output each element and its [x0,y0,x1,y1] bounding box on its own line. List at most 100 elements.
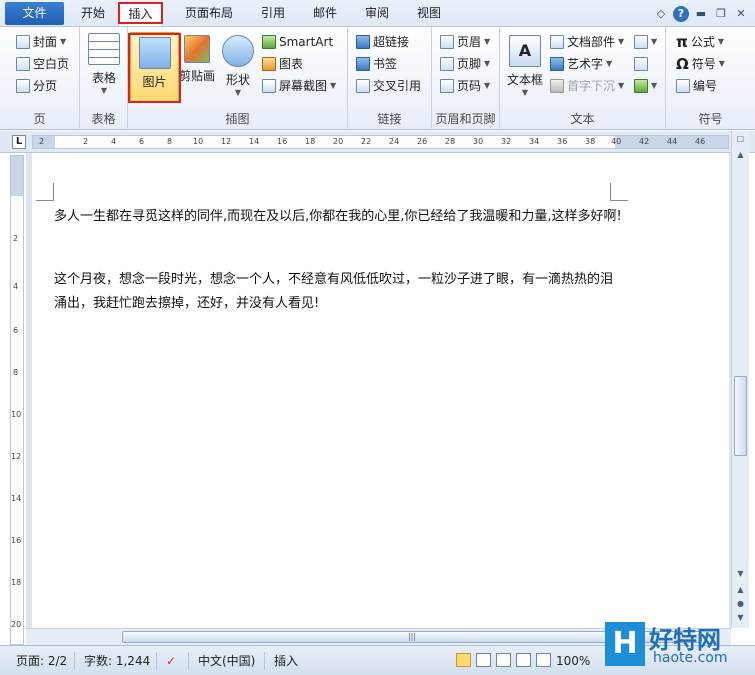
textbox-icon: A [509,35,541,67]
scroll-up-icon[interactable]: ▲ [734,148,747,161]
ruler-tick: 26 [417,137,428,146]
vruler-tick: 20 [11,620,22,629]
browse-object-icon[interactable]: ● [734,597,747,610]
page-count[interactable]: 页面: 2/2 [16,652,67,670]
paragraph[interactable]: 这个月夜，想念一段时光，想念一个人，不经意有风低低吹过，一粒沙子进了眼，有一滴热… [54,268,624,316]
group-label-illustrations: 插图 [225,112,250,126]
ruler-tick: 28 [445,137,456,146]
group-header-footer: 页眉 ▼ 页脚 ▼ 页码 ▼ 页眉和页脚 [432,27,500,130]
drop-cap-button: 首字下沉 ▼ [550,76,624,96]
ruler-toggle-icon[interactable]: ☐ [734,133,747,146]
help-icon[interactable]: ? [673,6,689,22]
tab-page-layout[interactable]: 页面布局 [176,2,242,26]
quick-parts-button[interactable]: 文档部件 ▼ [550,32,624,52]
smartart-button[interactable]: SmartArt [262,32,333,52]
ruler-tick: 30 [473,137,484,146]
date-time-button[interactable] [634,54,648,74]
tab-review[interactable]: 审阅 [356,2,398,26]
wordart-button[interactable]: 艺术字 ▼ [550,54,612,74]
clipart-button[interactable]: 剪贴画 [178,35,216,84]
ruler-tick: 8 [167,137,173,146]
shapes-button[interactable]: 形状 ▼ [220,35,256,97]
hyperlink-button[interactable]: 超链接 [356,32,409,52]
footer-button[interactable]: 页脚 ▼ [440,54,490,74]
tab-selector[interactable]: L [12,135,26,149]
vertical-scroll-thumb[interactable] [734,376,747,456]
vruler-tick: 14 [11,494,22,503]
ruler-tick: 42 [639,137,650,146]
group-tables: 表格 ▼ 表格 [80,27,128,130]
table-button[interactable]: 表格 ▼ [84,33,124,95]
blank-page-icon [16,57,30,71]
textbox-button[interactable]: A 文本框 ▼ [504,35,546,97]
group-label-text: 文本 [570,112,595,126]
vruler-tick: 8 [13,368,19,377]
ruler-tick: 32 [501,137,512,146]
cross-reference-icon [356,79,370,93]
vruler-tick: 2 [13,234,19,243]
web-layout-view-icon[interactable] [496,653,511,667]
tab-mailings[interactable]: 邮件 [304,2,346,26]
blank-page-button[interactable]: 空白页 [16,54,69,74]
ribbon: 封面 ▼ 空白页 分页 页 表格 ▼ 表格 图片 剪贴画 形状 ▼ SmartAr… [0,27,755,130]
word-count[interactable]: 字数: 1,244 [84,652,150,670]
ruler-row: L 2 2 4 6 8 10 12 14 16 18 20 22 24 26 2… [0,131,755,153]
screenshot-icon [262,79,276,93]
ruler-tick: 14 [249,137,260,146]
window-controls: ◇ ? ▬ ❐ ✕ [653,5,749,23]
minimize-icon[interactable]: ▬ [693,6,709,22]
object-button[interactable]: ▼ [634,76,657,96]
group-label-symbols: 符号 [698,112,723,126]
full-screen-reading-view-icon[interactable] [476,653,491,667]
omega-icon: Ω [676,55,689,73]
group-label-pages: 页 [33,112,46,126]
page-number-button[interactable]: 页码 ▼ [440,76,490,96]
ruler-tick: 18 [305,137,316,146]
insert-mode-indicator[interactable]: 插入 [274,652,298,670]
vertical-scrollbar[interactable]: ☐ ▲ ▼ ▲ ● ▼ [731,131,749,628]
page-break-button[interactable]: 分页 [16,76,57,96]
symbol-button[interactable]: Ω 符号 ▼ [676,54,725,74]
group-label-header-footer: 页眉和页脚 [435,112,496,126]
outline-view-icon[interactable] [516,653,531,667]
close-icon[interactable]: ✕ [733,6,749,22]
numbering-button[interactable]: 编号 [676,76,717,96]
vruler-tick: 6 [13,326,19,335]
tab-home[interactable]: 开始 [72,2,114,26]
proofing-icon[interactable]: ✓ [166,652,176,670]
chart-button[interactable]: 图表 [262,54,303,74]
scroll-down-icon[interactable]: ▼ [734,567,747,580]
paragraph[interactable]: 多人一生都在寻觅这样的同伴,而现在及以后,你都在我的心里,你已经给了我温暖和力量… [54,205,624,229]
group-label-links: 链接 [377,112,402,126]
ruler-tick: 10 [193,137,204,146]
draft-view-icon[interactable] [536,653,551,667]
chart-icon [262,57,276,71]
vertical-ruler[interactable]: 2 4 6 8 10 12 14 16 18 20 [10,155,24,645]
screenshot-button[interactable]: 屏幕截图 ▼ [262,76,336,96]
signature-line-button[interactable]: ▼ [634,32,657,52]
ruler-tick: 6 [139,137,145,146]
equation-button[interactable]: π 公式 ▼ [676,32,724,52]
ruler-tick: 38 [585,137,596,146]
header-button[interactable]: 页眉 ▼ [440,32,490,52]
cover-page-button[interactable]: 封面 ▼ [16,32,66,52]
horizontal-ruler[interactable]: 2 2 4 6 8 10 12 14 16 18 20 22 24 26 28 … [32,135,729,149]
tab-view[interactable]: 视图 [408,2,450,26]
print-layout-view-icon[interactable] [456,653,471,667]
restore-icon[interactable]: ❐ [713,6,729,22]
smartart-icon [262,35,276,49]
watermark-url: haote.com [653,650,728,666]
document-page[interactable]: 多人一生都在寻觅这样的同伴,而现在及以后,你都在我的心里,你已经给了我温暖和力量… [32,153,729,628]
footer-icon [440,57,454,71]
quick-parts-icon [550,35,564,49]
collapse-ribbon-icon[interactable]: ◇ [653,6,669,22]
language-indicator[interactable]: 中文(中国) [198,652,255,670]
previous-page-icon[interactable]: ▲ [734,583,747,596]
bookmark-button[interactable]: 书签 [356,54,397,74]
watermark-logo: H [605,622,645,666]
zoom-level[interactable]: 100% [556,652,590,670]
ruler-tick: 36 [557,137,568,146]
tab-references[interactable]: 引用 [252,2,294,26]
tab-file[interactable]: 文件 [5,2,64,25]
cross-reference-button[interactable]: 交叉引用 [356,76,421,96]
